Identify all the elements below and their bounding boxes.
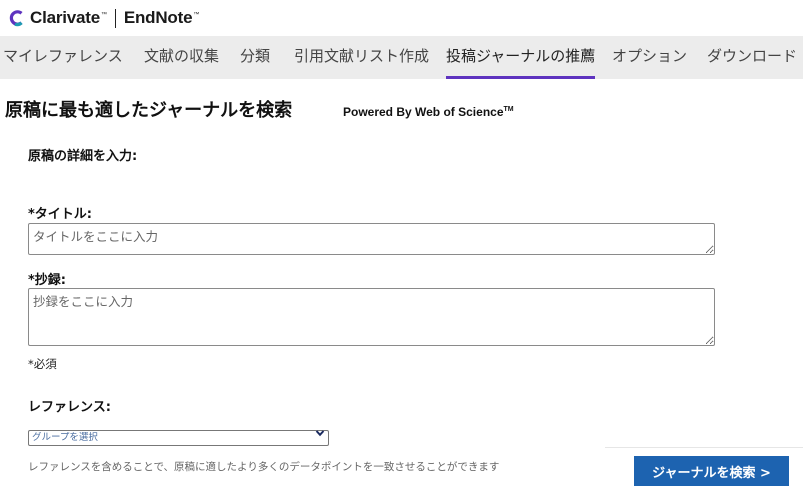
abstract-input[interactable] bbox=[28, 288, 715, 346]
tab-my-references[interactable]: マイレファレンス bbox=[3, 36, 123, 79]
tab-downloads[interactable]: ダウンロード bbox=[707, 36, 797, 79]
brand-endnote: EndNote™ bbox=[123, 8, 200, 27]
reference-help-text: レファレンスを含めることで、原稿に適したより多くのデータポイントを一致させること… bbox=[28, 461, 500, 473]
reference-label: レファレンス: bbox=[28, 400, 111, 415]
title-input[interactable] bbox=[28, 223, 715, 255]
main-nav: マイレファレンス 文献の収集 分類 引用文献リスト作成 投稿ジャーナルの推薦 オ… bbox=[0, 36, 803, 79]
find-journals-button[interactable]: ジャーナルを検索 > bbox=[634, 456, 789, 486]
tab-options[interactable]: オプション bbox=[612, 36, 687, 79]
brand-clarivate: Clarivate™ bbox=[30, 8, 107, 27]
reference-group-select[interactable]: グループを選択 bbox=[28, 429, 329, 446]
tab-organize[interactable]: 分類 bbox=[240, 36, 270, 79]
title-field-label: *タイトル: bbox=[28, 207, 92, 222]
clarivate-logo-icon bbox=[9, 10, 23, 27]
top-bar: Clarivate™ EndNote™ bbox=[0, 0, 803, 36]
powered-by-label: Powered By Web of ScienceTM bbox=[343, 105, 514, 119]
page-title: 原稿に最も適したジャーナルを検索 bbox=[5, 100, 293, 121]
tab-bibliography[interactable]: 引用文献リスト作成 bbox=[294, 36, 429, 79]
section-heading: 原稿の詳細を入力: bbox=[28, 149, 138, 164]
required-note: *必須 bbox=[28, 357, 57, 371]
tab-collect[interactable]: 文献の収集 bbox=[144, 36, 219, 79]
clarivate-endnote-logo[interactable]: Clarivate™ EndNote™ bbox=[8, 8, 199, 28]
logo-divider bbox=[114, 8, 116, 28]
reference-group-select-wrapper: グループを選択 bbox=[28, 425, 329, 446]
tab-match[interactable]: 投稿ジャーナルの推薦 bbox=[446, 36, 596, 79]
abstract-field-label: *抄録: bbox=[28, 273, 66, 288]
footer-divider bbox=[605, 447, 803, 448]
